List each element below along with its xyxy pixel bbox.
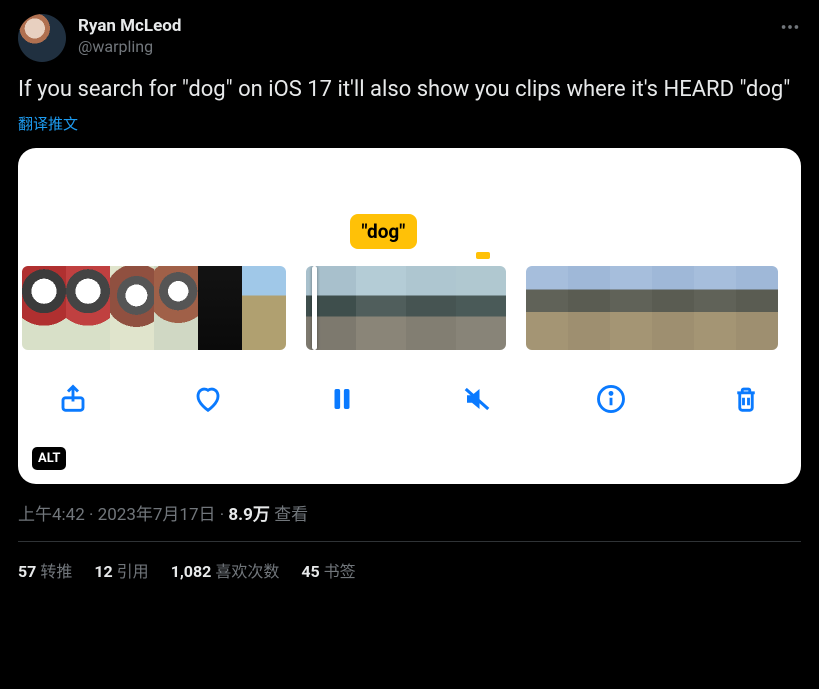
caption-bubble: "dog" xyxy=(350,214,418,249)
clip-thumbnail xyxy=(652,266,694,350)
clip-thumbnail xyxy=(526,266,568,350)
clip-thumbnail xyxy=(356,266,406,350)
mute-button[interactable] xyxy=(458,380,496,418)
like-button[interactable] xyxy=(189,380,227,418)
author-handle: @warpling xyxy=(78,37,181,57)
clip-thumbnail xyxy=(22,266,66,350)
clip-thumbnail xyxy=(198,266,242,350)
pause-button[interactable] xyxy=(323,380,361,418)
clip-group-1[interactable] xyxy=(22,266,286,350)
clip-thumbnail xyxy=(154,266,198,350)
heart-icon xyxy=(193,384,223,414)
retweets-stat[interactable]: 57 转推 xyxy=(18,558,72,582)
bookmarks-stat[interactable]: 45 书签 xyxy=(301,558,355,582)
views-label: 查看 xyxy=(270,505,308,525)
media-toolbar xyxy=(18,364,801,422)
clip-thumbnail xyxy=(736,266,778,350)
translate-link[interactable]: 翻译推文 xyxy=(18,113,801,134)
author-display-name: Ryan McLeod xyxy=(78,16,181,37)
date-text: 2023年7月17日 xyxy=(98,505,216,525)
share-button[interactable] xyxy=(54,380,92,418)
stats-row: 57 转推 12 引用 1,082 喜欢次数 45 书签 xyxy=(18,558,801,582)
time-text: 上午4:42 xyxy=(18,505,85,525)
clip-thumbnail xyxy=(110,266,154,350)
clip-thumbnail xyxy=(242,266,286,350)
divider xyxy=(18,541,801,542)
info-button[interactable] xyxy=(592,380,630,418)
clip-thumbnail xyxy=(568,266,610,350)
timestamp-row[interactable]: 上午4:42 · 2023年7月17日 · 8.9万 查看 xyxy=(18,500,801,525)
views-number: 8.9万 xyxy=(228,505,269,525)
quotes-stat[interactable]: 12 引用 xyxy=(94,558,148,582)
alt-badge[interactable]: ALT xyxy=(32,447,66,470)
author-names[interactable]: Ryan McLeod @warpling xyxy=(78,16,181,57)
clip-thumbnail xyxy=(610,266,652,350)
clip-thumbnail xyxy=(456,266,506,350)
speaker-mute-icon xyxy=(462,384,492,414)
tweet-header: Ryan McLeod @warpling xyxy=(18,14,801,62)
more-icon xyxy=(779,16,801,38)
video-timeline[interactable] xyxy=(18,242,801,364)
caption-marker xyxy=(476,252,490,259)
clip-group-2[interactable] xyxy=(306,266,506,350)
clip-thumbnail xyxy=(406,266,456,350)
clip-thumbnail xyxy=(66,266,110,350)
media-card[interactable]: "dog" xyxy=(18,148,801,484)
more-button[interactable] xyxy=(779,16,801,42)
avatar[interactable] xyxy=(18,14,66,62)
delete-button[interactable] xyxy=(727,380,765,418)
info-icon xyxy=(596,384,626,414)
tweet-text: If you search for "dog" on iOS 17 it'll … xyxy=(18,76,801,105)
clip-group-3[interactable] xyxy=(526,266,778,350)
share-icon xyxy=(58,384,88,414)
playhead[interactable] xyxy=(312,266,317,350)
trash-icon xyxy=(731,384,761,414)
tweet-container: Ryan McLeod @warpling If you search for … xyxy=(0,0,819,594)
clip-thumbnail xyxy=(694,266,736,350)
pause-icon xyxy=(327,384,357,414)
likes-stat[interactable]: 1,082 喜欢次数 xyxy=(171,558,280,582)
